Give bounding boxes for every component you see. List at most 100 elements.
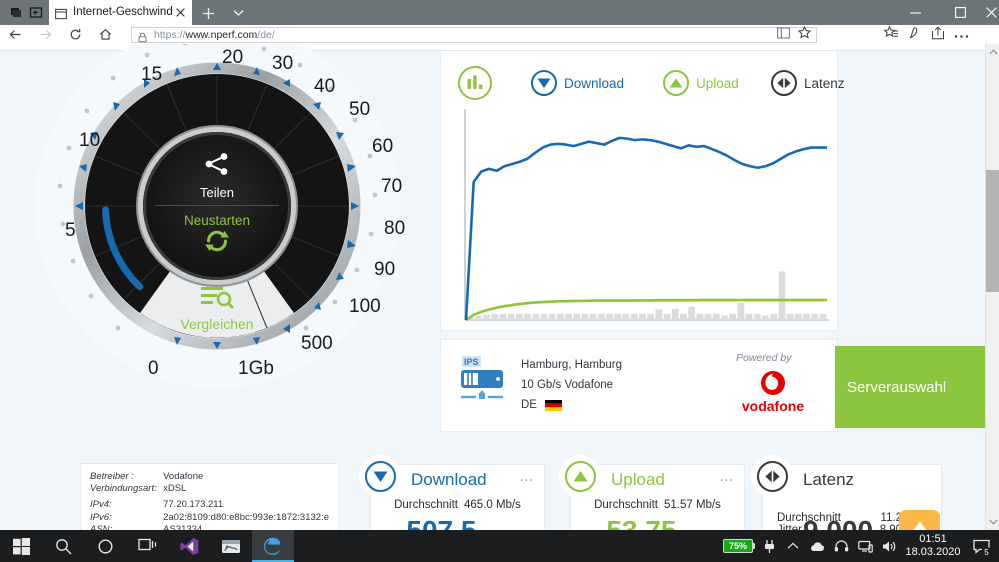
tab-list-chevron-down-icon[interactable] [228, 3, 248, 23]
gauge-tick-5: 5 [65, 220, 76, 241]
compare-list-icon [200, 284, 234, 315]
network-icon[interactable] [853, 530, 877, 562]
chart-tab-bar: Download Upload Latenz [441, 61, 845, 107]
server-select-button[interactable]: Serverauswahl [835, 346, 985, 428]
browser-tab[interactable]: Internet-Geschwindigke [49, 0, 192, 25]
compare-button[interactable]: Vergleichen [17, 284, 417, 332]
battery-percent: 75% [728, 541, 747, 551]
favorites-hub-icon[interactable] [883, 25, 899, 45]
gauge-tick-50: 50 [349, 99, 371, 120]
server-capacity: 10 Gb/s Vodafone [521, 379, 614, 391]
windows-taskbar: 75% 01:51 18.03.2020 5 [0, 530, 999, 562]
notification-count: 5 [981, 547, 992, 558]
compare-label: Vergleichen [180, 316, 254, 332]
close-icon[interactable] [172, 5, 188, 21]
share-label: Teilen [200, 185, 234, 200]
taskbar-clock[interactable]: 01:51 18.03.2020 [901, 533, 967, 559]
gauge-hub: Teilen Neustarten [143, 132, 291, 280]
speed-test-chart [461, 109, 829, 324]
scrollbar-caret-down-icon[interactable] [986, 514, 999, 530]
taskbar-app-icon[interactable] [210, 530, 252, 562]
info-row: IPv4: 77.20.173.211 [90, 495, 329, 511]
plug-icon[interactable] [757, 530, 781, 562]
latency-icon [771, 70, 797, 96]
notification-icon[interactable]: 5 [967, 530, 995, 562]
new-tab-button[interactable] [198, 3, 218, 23]
average-value: 51.57 Mb/s [664, 499, 721, 511]
taskbar-cortana-circle-icon[interactable] [84, 530, 126, 562]
chart-tab-upload-label: Upload [696, 75, 739, 91]
window-menu-icon[interactable] [8, 4, 25, 21]
battery-status[interactable]: 75% [723, 539, 755, 553]
chevron-up-icon[interactable] [781, 530, 805, 562]
arrow-left-icon[interactable] [6, 25, 25, 44]
maximize-icon[interactable] [938, 0, 983, 25]
info-key: Verbindungsart: [90, 483, 157, 494]
headset-icon[interactable] [829, 530, 853, 562]
chart-tab-latency-label: Latenz [804, 75, 845, 91]
result-card-upload[interactable]: Upload … Durchschnitt 51.57 Mb/s 53.75 Mb… [559, 455, 745, 530]
gauge-tick-60: 60 [372, 136, 394, 157]
clock-date: 18.03.2020 [905, 546, 961, 558]
result-menu-ellipsis-icon[interactable]: … [719, 469, 735, 484]
cloud-icon[interactable] [805, 530, 829, 562]
gauge-tick-15: 15 [141, 64, 163, 85]
volume-icon[interactable] [877, 530, 901, 562]
share-button[interactable]: Teilen [200, 152, 234, 200]
connection-info-box: Betreiber : Vodafone Verbindungsart: xDSL … [80, 463, 339, 530]
chart-tab-upload[interactable]: Upload [663, 61, 739, 105]
share-icon[interactable] [931, 25, 945, 45]
chart-tab-all[interactable] [458, 61, 492, 105]
taskbar-edge-icon[interactable] [252, 530, 294, 562]
gauge-tick-90: 90 [374, 259, 396, 280]
chart-tab-download[interactable]: Download [531, 61, 624, 105]
clock-time: 01:51 [919, 533, 947, 545]
lock-icon [137, 30, 148, 42]
scrollbar-thumb[interactable] [986, 170, 999, 292]
page-icon [55, 7, 67, 19]
speed-gauge: 0 5 10 15 20 30 40 50 60 70 80 90 100 50… [17, 44, 417, 406]
arrow-up-icon [908, 520, 932, 530]
chart-panel: Download Upload Latenz [440, 51, 845, 331]
info-value: 2a02:8109:d80:e8bc:993e:1872:3132:e [163, 511, 329, 523]
info-key: Betreiber : [90, 470, 134, 482]
minimize-icon[interactable] [893, 0, 938, 25]
average-label: Durchschnitt [394, 499, 458, 511]
notes-pen-icon[interactable] [908, 26, 922, 45]
page-scrollbar[interactable] [985, 44, 999, 530]
taskbar-visual-studio-icon[interactable] [168, 530, 210, 562]
gauge-tick-80: 80 [384, 218, 406, 239]
favorite-star-icon[interactable] [797, 25, 812, 44]
home-icon[interactable] [96, 25, 115, 44]
info-value: xDSL [163, 483, 187, 494]
address-bar[interactable]: https://www.nperf.com/de/ [131, 25, 817, 44]
powered-by-label: Powered by [736, 352, 792, 364]
server-country: DE [521, 399, 622, 411]
server-country-code: DE [521, 399, 537, 411]
info-row: Betreiber : Vodafone [90, 470, 329, 483]
browser-titlebar: Internet-Geschwindigke [0, 0, 999, 25]
taskbar-start-button[interactable] [0, 530, 42, 562]
restart-button[interactable]: Neustarten [184, 213, 250, 259]
set-aside-tabs-icon[interactable] [28, 4, 45, 21]
restart-label: Neustarten [183, 213, 251, 228]
reading-view-book-icon[interactable] [777, 26, 790, 44]
refresh-icon[interactable] [66, 25, 85, 44]
scroll-to-top-button[interactable] [899, 510, 940, 530]
chart-tab-download-label: Download [564, 75, 625, 91]
url-text: https://www.nperf.com/de/ [154, 29, 275, 41]
result-menu-ellipsis-icon[interactable]: … [519, 469, 535, 484]
scrollbar-caret-up-icon[interactable] [986, 44, 999, 60]
arrow-up-circle-icon [663, 70, 689, 96]
more-ellipsis-icon[interactable] [954, 26, 969, 44]
bar-chart-icon [458, 66, 492, 100]
taskbar-task-view-icon[interactable] [126, 530, 168, 562]
server-location: Hamburg, Hamburg [521, 359, 622, 371]
chart-tab-latency[interactable]: Latenz [771, 61, 845, 105]
window-close-icon[interactable] [983, 0, 999, 25]
taskbar-search-icon[interactable] [42, 530, 84, 562]
latency-icon [751, 455, 793, 497]
gauge-tick-1gb: 1Gb [238, 358, 274, 379]
result-card-download[interactable]: Download … Durchschnitt 465.0 Mb/s 507.5 … [359, 455, 545, 530]
arrow-up-circle-icon [559, 455, 601, 497]
